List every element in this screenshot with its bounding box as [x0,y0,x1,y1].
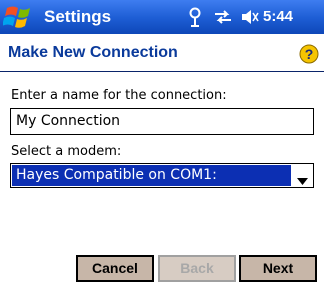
connectivity-icon[interactable] [188,7,202,27]
back-button[interactable]: Back [158,255,236,282]
page-header: Make New Connection ? [0,34,324,72]
windows-start-icon[interactable] [2,2,37,32]
connection-name-input[interactable]: My Connection [10,108,314,135]
chevron-down-icon[interactable] [297,172,308,185]
svg-text:?: ? [305,46,314,62]
help-icon[interactable]: ? [299,44,319,64]
next-button[interactable]: Next [239,255,317,282]
page-title: Make New Connection [8,44,178,61]
modem-select[interactable]: Hayes Compatible on COM1: [10,163,314,188]
clock[interactable]: 5:44 [263,8,293,26]
connection-name-label: Enter a name for the connection: [11,88,227,103]
modem-select-value[interactable]: Hayes Compatible on COM1: [12,165,291,186]
title-bar: Settings 5:44 [0,0,324,34]
modem-label: Select a modem: [11,144,122,159]
app-title: Settings [44,7,112,26]
sync-icon[interactable] [213,9,233,25]
cancel-button[interactable]: Cancel [76,255,154,282]
volume-icon[interactable] [241,9,259,25]
